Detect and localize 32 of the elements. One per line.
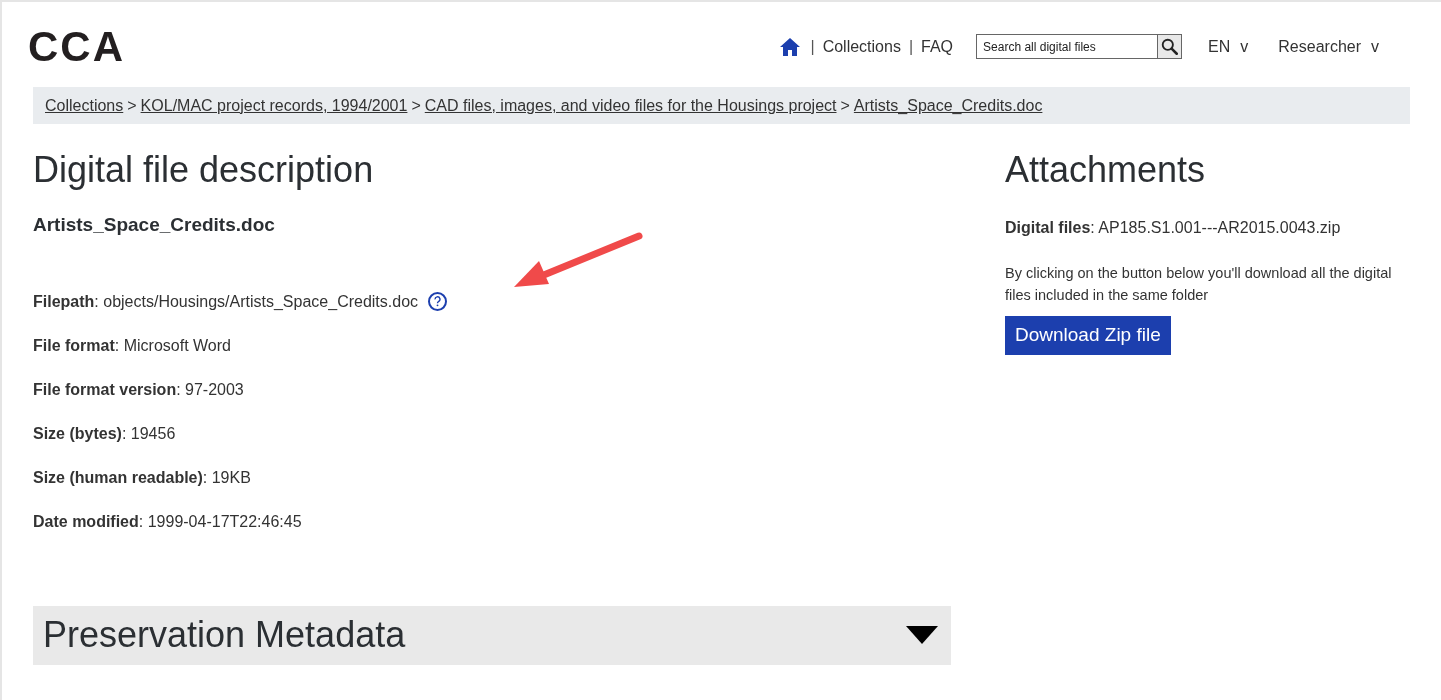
download-note: By clicking on the button below you'll download all the digital files included in the same folder bbox=[1005, 264, 1393, 305]
breadcrumb-link[interactable]: KOL/MAC project records, 1994/2001 bbox=[140, 93, 408, 118]
menu-dropdown[interactable]: Researcher v bbox=[1278, 34, 1379, 59]
file-name: Artists_Space_Credits.doc bbox=[33, 213, 276, 237]
search-field[interactable]: Search all digital files bbox=[976, 34, 1159, 59]
breadcrumb-link[interactable]: Collections bbox=[45, 93, 124, 118]
field-text: Date modified: 1999-04-17T22:46:45 bbox=[33, 511, 302, 532]
field-text: File format: Microsoft Word bbox=[33, 335, 231, 356]
field-text: Size (human readable): 19KB bbox=[33, 467, 251, 488]
download-button[interactable]: Download Zip file bbox=[1005, 316, 1171, 355]
page-heading: Digital file description bbox=[33, 148, 375, 192]
field-text: Size (bytes): 19456 bbox=[33, 423, 176, 444]
site-logo[interactable]: CCA bbox=[28, 25, 125, 68]
field-text: File format version: 97-2003 bbox=[33, 379, 244, 400]
breadcrumb-separator: > bbox=[127, 95, 137, 116]
preservation-metadata-header[interactable]: Preservation Metadata bbox=[33, 605, 951, 665]
home-icon[interactable] bbox=[780, 37, 801, 56]
nav-link[interactable]: FAQ bbox=[921, 34, 954, 59]
breadcrumb-separator: > bbox=[840, 95, 850, 116]
menu-dropdown[interactable]: EN v bbox=[1208, 34, 1249, 59]
field-text: Filepath: objects/Housings/Artists_Space_Credits.doc bbox=[33, 291, 419, 312]
nav-separator: | bbox=[810, 36, 815, 57]
search-button[interactable] bbox=[1158, 34, 1183, 59]
nav-link[interactable]: Collections bbox=[822, 34, 901, 59]
breadcrumb-link[interactable]: Artists_Space_Credits.doc bbox=[853, 93, 1043, 118]
caret-icon bbox=[906, 626, 938, 644]
breadcrumb-link[interactable]: CAD files, images, and video files for the Housings project bbox=[424, 93, 837, 118]
help-icon[interactable] bbox=[428, 292, 448, 311]
section-heading: Attachments bbox=[1005, 148, 1207, 192]
breadcrumb-separator: > bbox=[411, 95, 421, 116]
nav-separator: | bbox=[908, 36, 914, 57]
digital-files-text: Digital files: AP185.S1.001---AR2015.0043.zip bbox=[1005, 218, 1342, 238]
